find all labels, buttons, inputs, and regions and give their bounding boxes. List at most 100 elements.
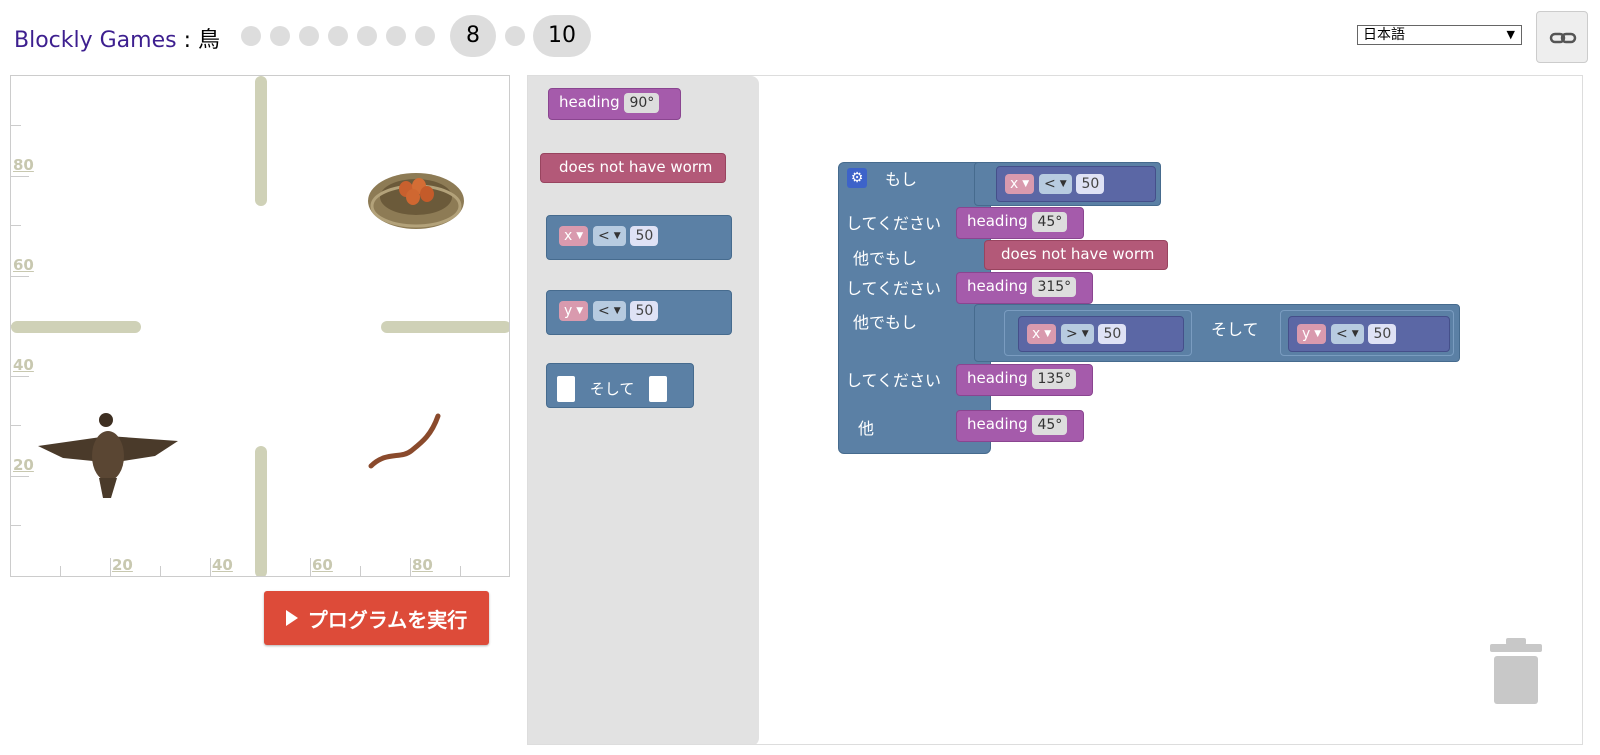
y-tick-major: [11, 376, 29, 377]
do-label: してください: [846, 214, 942, 233]
level-3-button[interactable]: [299, 26, 319, 46]
wall-left: [11, 321, 141, 333]
wall-top: [255, 76, 267, 206]
heading-label: heading: [967, 369, 1028, 387]
y-axis-label: 60: [13, 256, 34, 274]
language-value: 日本語: [1363, 27, 1405, 43]
compare-value-field[interactable]: 50: [1368, 324, 1397, 344]
y-tick-major: [11, 276, 29, 277]
x-tick: [460, 566, 461, 576]
heading-value-field[interactable]: 90°: [624, 93, 660, 113]
dropdown-arrow-icon: ▼: [1506, 28, 1515, 41]
link-button[interactable]: [1536, 11, 1588, 63]
no-worm-label: does not have worm: [1001, 245, 1155, 263]
and-input-slot: [649, 376, 668, 402]
operator-field[interactable]: < ▼: [1331, 324, 1364, 344]
game-visualization: 80 60 40 20 20 40 60 80: [10, 75, 510, 577]
compare-value-field[interactable]: 50: [1098, 324, 1127, 344]
page-title: Blockly Games : 鳥: [14, 22, 220, 54]
x-axis-label: 60: [312, 556, 333, 574]
game-name: 鳥: [198, 28, 221, 53]
level-8-button[interactable]: 8: [450, 15, 496, 57]
y-axis-label: 40: [13, 356, 34, 374]
heading-value-field[interactable]: 315°: [1032, 277, 1077, 297]
compare-value-field[interactable]: 50: [1076, 174, 1105, 194]
if-label: もし: [885, 170, 918, 189]
heading-block[interactable]: heading 315°: [956, 272, 1093, 304]
level-10-button[interactable]: 10: [533, 15, 591, 57]
heading-value-field[interactable]: 45°: [1032, 212, 1068, 232]
y-tick: [11, 525, 21, 526]
compare-y-lt-block[interactable]: y ▼ < ▼ 50: [1288, 316, 1450, 352]
x-tick-major: [110, 558, 111, 576]
heading-label: heading: [559, 93, 620, 111]
bird-icon: [38, 413, 178, 498]
level-9-button[interactable]: [505, 26, 525, 46]
y-tick: [11, 225, 21, 226]
toolbox-compare-x-block[interactable]: x ▼ < ▼ 50: [546, 215, 732, 260]
and-input-slot: [557, 376, 575, 402]
toolbox-heading-block[interactable]: heading 90°: [548, 88, 681, 120]
toolbox-and-block[interactable]: そして: [546, 363, 694, 408]
level-2-button[interactable]: [270, 26, 290, 46]
var-x-field[interactable]: x ▼: [1027, 324, 1057, 344]
do-label: してください: [846, 279, 942, 298]
blockly-workspace[interactable]: heading 90° does not have worm x ▼ < ▼ 50 …: [527, 75, 1583, 745]
wall-right: [381, 321, 509, 333]
language-select[interactable]: 日本語 ▼: [1357, 25, 1522, 45]
level-1-button[interactable]: [241, 26, 261, 46]
x-tick-major: [310, 558, 311, 576]
compare-x-lt-block[interactable]: x ▼ < ▼ 50: [996, 166, 1156, 202]
heading-label: heading: [967, 212, 1028, 230]
operator-field[interactable]: < ▼: [1039, 174, 1072, 194]
level-6-button[interactable]: [386, 26, 406, 46]
compare-value-field[interactable]: 50: [630, 226, 659, 246]
run-program-button[interactable]: プログラムを実行: [264, 591, 489, 645]
elseif-label: 他でもし: [853, 249, 918, 268]
heading-label: heading: [967, 415, 1028, 433]
var-y-field[interactable]: y ▼: [1297, 324, 1327, 344]
level-7-button[interactable]: [415, 26, 435, 46]
nest-icon: [368, 173, 464, 229]
header: Blockly Games : 鳥 8 10 日本語 ▼: [0, 0, 1600, 72]
toolbox-compare-y-block[interactable]: y ▼ < ▼ 50: [546, 290, 732, 335]
gear-icon[interactable]: ⚙: [847, 168, 867, 188]
heading-block[interactable]: heading 135°: [956, 364, 1093, 396]
elseif-label: 他でもし: [853, 313, 918, 332]
no-worm-block[interactable]: does not have worm: [984, 240, 1168, 270]
no-worm-label: does not have worm: [559, 158, 713, 176]
level-4-button[interactable]: [328, 26, 348, 46]
operator-field[interactable]: < ▼: [593, 226, 626, 246]
heading-block[interactable]: heading 45°: [956, 410, 1084, 442]
x-tick-major: [210, 558, 211, 576]
operator-field[interactable]: < ▼: [593, 301, 626, 321]
x-tick: [360, 566, 361, 576]
do-label: してください: [846, 371, 942, 390]
heading-block[interactable]: heading 45°: [956, 207, 1084, 239]
link-icon: [1549, 32, 1577, 44]
heading-value-field[interactable]: 135°: [1032, 369, 1077, 389]
compare-value-field[interactable]: 50: [630, 301, 659, 321]
compare-x-gt-block[interactable]: x ▼ > ▼ 50: [1018, 316, 1184, 352]
y-tick-major: [11, 176, 29, 177]
level-5-button[interactable]: [357, 26, 377, 46]
trash-icon[interactable]: [1488, 636, 1544, 708]
operator-field[interactable]: > ▼: [1061, 324, 1094, 344]
app-home-link[interactable]: Blockly Games: [14, 28, 177, 53]
x-tick: [160, 566, 161, 576]
toolbox-no-worm-block[interactable]: does not have worm: [540, 153, 726, 183]
y-tick: [11, 125, 21, 126]
y-tick: [11, 425, 21, 426]
heading-label: heading: [967, 277, 1028, 295]
x-axis-label: 20: [112, 556, 133, 574]
var-y-field[interactable]: y ▼: [559, 301, 589, 321]
wall-bottom: [255, 446, 267, 576]
title-separator: :: [176, 28, 198, 53]
var-x-field[interactable]: x ▼: [1005, 174, 1035, 194]
x-axis-label: 80: [412, 556, 433, 574]
heading-value-field[interactable]: 45°: [1032, 415, 1068, 435]
else-label: 他: [858, 419, 875, 438]
play-icon: [285, 610, 298, 626]
x-tick: [60, 566, 61, 576]
var-x-field[interactable]: x ▼: [559, 226, 589, 246]
